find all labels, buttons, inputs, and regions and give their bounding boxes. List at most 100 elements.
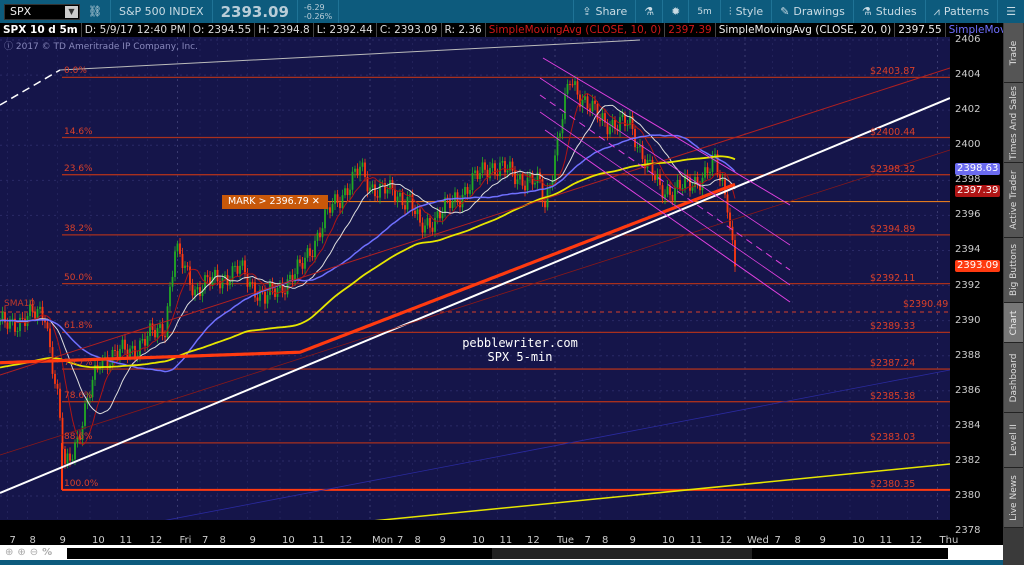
price-tick-label: 2394 (955, 244, 981, 256)
candle-body (126, 349, 129, 358)
candle-body (389, 180, 391, 190)
zoom-in-icon[interactable]: ⊕ (17, 547, 25, 558)
zoom-out-icon[interactable]: ⊖ (30, 547, 38, 558)
candle-body (134, 345, 136, 358)
candle-body (64, 448, 66, 464)
share-button[interactable]: ⇪ Share (574, 0, 635, 23)
candle-body (59, 388, 61, 418)
candle-body (236, 265, 239, 274)
candle-body (194, 289, 196, 296)
interval-button[interactable]: 5m (689, 0, 720, 23)
sma20-label[interactable]: SimpleMovingAvg (CLOSE, 20, 0) (716, 23, 896, 37)
candle-body (69, 453, 71, 461)
time-scrollbar[interactable] (67, 548, 948, 559)
candle-body (266, 295, 269, 304)
candle-icon: ⫶ (728, 4, 732, 18)
flask-button[interactable]: ⚗ (636, 0, 662, 23)
link-icon[interactable]: ⛓ (80, 0, 110, 23)
candle-body (146, 336, 149, 346)
sidebar-tab-chart[interactable]: Chart (1004, 303, 1023, 343)
price-tick-label: 2388 (955, 349, 981, 361)
candle-body (526, 177, 529, 191)
candle-body (206, 275, 209, 278)
candle-body (359, 166, 361, 176)
candle-body (676, 180, 679, 188)
candle-body (564, 93, 566, 120)
price-tick-label: 2380 (955, 490, 981, 502)
share-icon: ⇪ (582, 5, 592, 18)
symbol-input[interactable]: SPX ▼ (4, 3, 80, 20)
sidebar-tab-dashboard[interactable]: Dashboard (1004, 343, 1023, 413)
candle-body (321, 228, 324, 238)
candle-body (339, 202, 341, 209)
mark-price-label[interactable]: MARK > 2396.79 ✕ (222, 195, 328, 209)
candle-body (154, 329, 156, 338)
candle-body (346, 188, 349, 196)
sidebar-tab-big-buttons[interactable]: Big Buttons (1004, 238, 1023, 303)
price-tick-label: 2400 (955, 139, 981, 151)
candle-body (544, 201, 546, 208)
bar-date: D: 5/9/17 12:40 PM (82, 23, 190, 37)
candle-body (391, 180, 394, 190)
candle-body (379, 184, 381, 198)
sidebar-tab-times-and-sales[interactable]: Times And Sales (1004, 83, 1023, 163)
style-label: Style (735, 5, 764, 18)
candle-body (324, 209, 326, 229)
candle-body (256, 297, 259, 301)
candle-body (506, 170, 509, 173)
candle-body (84, 403, 86, 426)
candle-body (299, 259, 301, 264)
candle-body (451, 201, 454, 209)
candle-body (356, 168, 359, 176)
chevron-down-icon[interactable]: ▼ (65, 5, 78, 18)
sidebar-tab-live-news[interactable]: Live News (1004, 468, 1023, 528)
fib-price-label: $2394.89 (870, 223, 916, 235)
candle-body (304, 257, 306, 269)
sidebar-tab-label: Active Trader (1008, 170, 1019, 230)
candle-body (674, 187, 676, 201)
drawings-button[interactable]: ✎ Drawings (772, 0, 853, 23)
fib-price-label: $2403.87 (870, 66, 916, 78)
settings-button[interactable]: ✹ (663, 0, 688, 23)
sidebar-tab-label: Live News (1008, 474, 1019, 521)
candle-body (141, 339, 144, 341)
percent-icon[interactable]: % (42, 547, 52, 558)
candle-body (666, 186, 669, 195)
sidebar-tab-trade[interactable]: Trade (1004, 23, 1023, 83)
sidebar-tab-level-ii[interactable]: Level II (1004, 413, 1023, 468)
candle-body (341, 195, 344, 209)
patterns-button[interactable]: ⩘ Patterns (926, 0, 998, 23)
candle-body (316, 232, 319, 241)
candle-body (619, 117, 621, 131)
price-tick-label: 2386 (955, 384, 981, 396)
bar-close: C: 2393.09 (377, 23, 442, 37)
candle-body (649, 159, 651, 161)
candle-body (121, 339, 124, 349)
candle-body (361, 162, 364, 167)
candle-body (571, 84, 574, 86)
candle-body (406, 196, 409, 210)
candle-body (19, 317, 21, 332)
candle-body (574, 81, 576, 85)
price-tick-label: 2404 (955, 69, 981, 81)
sidebar-tab-active-trader[interactable]: Active Trader (1004, 163, 1023, 238)
chart-info-bar: SPX 10 d 5m D: 5/9/17 12:40 PM O: 2394.5… (0, 23, 1003, 37)
candle-body (246, 274, 249, 287)
sma10-label[interactable]: SimpleMovingAvg (CLOSE, 10, 0) (486, 23, 666, 37)
price-tick-label: 2382 (955, 454, 981, 466)
fib-percent-label: 14.6% (64, 126, 93, 137)
list-icon: ☰ (1006, 5, 1016, 18)
candle-body (656, 174, 659, 180)
candle-body (221, 278, 224, 289)
price-tick-label: 2406 (955, 34, 981, 45)
menu-button[interactable]: ☰ (998, 0, 1024, 23)
fib-percent-label: 70.7% (64, 358, 93, 369)
candle-body (336, 194, 339, 203)
candle-body (654, 175, 656, 180)
scrollbar-thumb[interactable] (492, 548, 752, 559)
candle-body (229, 281, 231, 286)
style-button[interactable]: ⫶ Style (721, 0, 771, 23)
crosshair-icon[interactable]: ⊕ (5, 547, 13, 558)
price-tick-label: 2392 (955, 279, 981, 291)
studies-button[interactable]: ⚗ Studies (854, 0, 925, 23)
